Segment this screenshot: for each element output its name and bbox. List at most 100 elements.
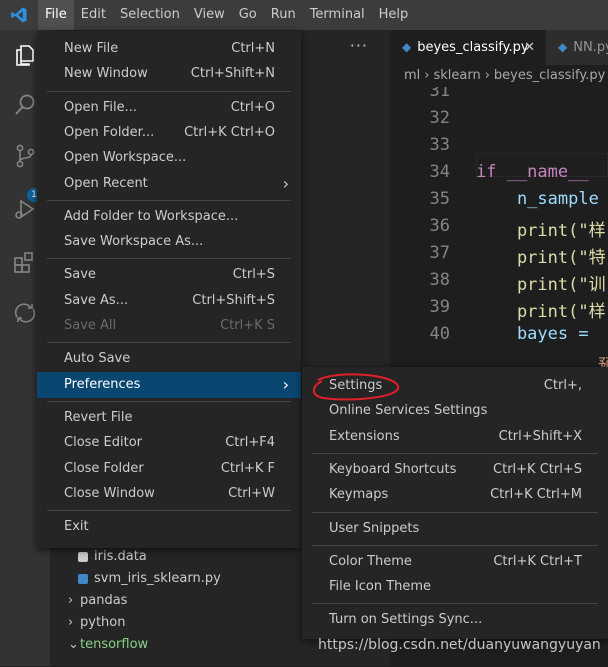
menu-item-add-folder-to-workspace[interactable]: Add Folder to Workspace... bbox=[37, 204, 301, 230]
breadcrumb-item[interactable]: beyes_classify.py bbox=[494, 68, 605, 83]
menu-edit[interactable]: Edit bbox=[74, 0, 113, 30]
menu-separator bbox=[47, 342, 291, 344]
remote-explorer-icon[interactable] bbox=[12, 300, 38, 326]
code-line: print("训 bbox=[476, 275, 606, 295]
run-debug-icon[interactable] bbox=[12, 196, 38, 222]
menu-item-shortcut: Ctrl+Shift+X bbox=[498, 428, 582, 444]
menu-item-label: Open Recent bbox=[64, 175, 148, 191]
data-file-icon bbox=[78, 551, 88, 562]
menu-item-label: Exit bbox=[64, 519, 89, 535]
menu-item-close-folder[interactable]: Close Folder Ctrl+K F bbox=[37, 456, 301, 482]
tree-item-label: python bbox=[80, 615, 126, 630]
breadcrumb: ml › sklearn › beyes_classify.py bbox=[390, 65, 608, 87]
menu-item-open-file[interactable]: Open File... Ctrl+O bbox=[37, 95, 301, 121]
menu-item-turn-on-settings-sync[interactable]: Turn on Settings Sync... bbox=[302, 607, 608, 633]
menu-item-shortcut: Ctrl+W bbox=[228, 485, 275, 501]
editor-tab-bar: ◆ beyes_classify.py ✕ ◆ NN.py bbox=[390, 30, 608, 65]
chevron-right-icon: › bbox=[484, 68, 490, 83]
menu-item-color-theme[interactable]: Color Theme Ctrl+K Ctrl+T bbox=[302, 549, 608, 575]
menu-item-label: Save All bbox=[64, 318, 117, 333]
menu-selection[interactable]: Selection bbox=[113, 0, 187, 30]
breadcrumb-item[interactable]: sklearn bbox=[433, 68, 480, 83]
chevron-right-icon: › bbox=[68, 593, 74, 608]
vscode-logo-icon bbox=[11, 7, 27, 23]
line-number: 38 bbox=[429, 270, 450, 290]
source-control-icon[interactable] bbox=[12, 143, 38, 169]
menu-item-file-icon-theme[interactable]: File Icon Theme bbox=[302, 574, 608, 600]
menu-item-shortcut: Ctrl+, bbox=[543, 378, 582, 393]
extensions-icon[interactable] bbox=[12, 249, 38, 275]
menu-item-close-window[interactable]: Close Window Ctrl+W bbox=[37, 481, 301, 507]
menu-item-label: Color Theme bbox=[329, 553, 412, 569]
menu-file[interactable]: File bbox=[38, 0, 74, 30]
tab-beyes-classify[interactable]: ◆ beyes_classify.py ✕ bbox=[390, 30, 545, 65]
menu-item-exit[interactable]: Exit bbox=[37, 514, 301, 540]
menu-item-keymaps[interactable]: Keymaps Ctrl+K Ctrl+M bbox=[302, 482, 608, 508]
python-file-icon: ◆ bbox=[558, 40, 568, 54]
menu-item-open-workspace[interactable]: Open Workspace... bbox=[37, 145, 301, 171]
menu-item-label: Close Folder bbox=[64, 460, 144, 476]
watermark: https://blog.csdn.net/duanyuwangyuyan bbox=[318, 637, 601, 653]
menu-item-auto-save[interactable]: Auto Save bbox=[37, 346, 301, 372]
menu-view[interactable]: View bbox=[187, 0, 232, 30]
menu-separator bbox=[47, 400, 291, 402]
menu-item-shortcut: Ctrl+K S bbox=[220, 318, 275, 333]
code-line: if __name__ bbox=[476, 162, 589, 182]
menu-item-preferences[interactable]: Preferences › bbox=[37, 371, 301, 398]
menu-run[interactable]: Run bbox=[264, 0, 303, 30]
menu-item-keyboard-shortcuts[interactable]: Keyboard Shortcuts Ctrl+K Ctrl+S bbox=[302, 457, 608, 483]
preferences-submenu: Settings Ctrl+, Online Services Settings Ex… bbox=[302, 367, 608, 639]
line-number: 39 bbox=[429, 297, 450, 317]
annotation-circle bbox=[312, 373, 400, 401]
menu-item-save-all: Save All Ctrl+K S bbox=[37, 313, 301, 339]
breadcrumb-item[interactable]: ml bbox=[404, 68, 420, 83]
menu-item-save-as[interactable]: Save As... Ctrl+Shift+S bbox=[37, 288, 301, 314]
menu-item-label: Open File... bbox=[64, 99, 138, 115]
tree-item-label: tensorflow bbox=[80, 637, 149, 652]
menu-item-label: Auto Save bbox=[64, 351, 131, 367]
menu-help[interactable]: Help bbox=[372, 0, 416, 30]
tab-label: beyes_classify.py bbox=[417, 40, 529, 55]
chevron-right-icon: › bbox=[282, 374, 289, 394]
menu-bar: File Edit Selection View Go Run Terminal Help bbox=[38, 0, 415, 30]
menu-terminal[interactable]: Terminal bbox=[303, 0, 372, 30]
code-line: n_sample bbox=[476, 189, 599, 209]
menu-item-label: User Snippets bbox=[329, 520, 420, 536]
tree-item-label: svm_iris_sklearn.py bbox=[94, 571, 221, 586]
menu-separator bbox=[47, 199, 291, 201]
tree-item-label: pandas bbox=[80, 593, 128, 608]
menu-item-label: Turn on Settings Sync... bbox=[329, 612, 483, 628]
code-line: print("样 bbox=[476, 221, 606, 241]
close-icon[interactable]: ✕ bbox=[524, 30, 535, 65]
line-number: 34 bbox=[429, 162, 450, 182]
more-actions-icon[interactable]: ··· bbox=[350, 36, 368, 55]
menu-item-save[interactable]: Save Ctrl+S bbox=[37, 262, 301, 288]
menu-item-save-workspace-as[interactable]: Save Workspace As... bbox=[37, 229, 301, 255]
search-icon[interactable] bbox=[12, 92, 38, 118]
menu-separator bbox=[312, 452, 598, 454]
menu-separator bbox=[312, 511, 598, 513]
menu-item-extensions[interactable]: Extensions Ctrl+Shift+X bbox=[302, 424, 608, 450]
menu-item-shortcut: Ctrl+K Ctrl+T bbox=[493, 553, 582, 569]
line-number: 31 bbox=[429, 87, 450, 101]
menu-item-label: Keyboard Shortcuts bbox=[329, 461, 457, 477]
menu-item-label: Save bbox=[64, 267, 96, 283]
menu-item-shortcut: Ctrl+N bbox=[231, 41, 275, 56]
menu-item-label: Add Folder to Workspace... bbox=[64, 208, 239, 224]
line-number: 35 bbox=[429, 189, 450, 209]
menu-item-label: Close Window bbox=[64, 485, 155, 501]
menu-item-shortcut: Ctrl+K F bbox=[220, 460, 275, 476]
menu-item-new-file[interactable]: New File Ctrl+N bbox=[37, 36, 301, 62]
line-number: 37 bbox=[429, 243, 450, 263]
tab-nn[interactable]: ◆ NN.py bbox=[546, 30, 608, 65]
menu-item-user-snippets[interactable]: User Snippets bbox=[302, 516, 608, 542]
menu-item-open-folder[interactable]: Open Folder... Ctrl+K Ctrl+O bbox=[37, 120, 301, 146]
menu-item-close-editor[interactable]: Close Editor Ctrl+F4 bbox=[37, 430, 301, 456]
menu-item-open-recent[interactable]: Open Recent › bbox=[37, 171, 301, 197]
explorer-icon[interactable] bbox=[12, 42, 38, 68]
menu-go[interactable]: Go bbox=[232, 0, 264, 30]
menu-separator bbox=[312, 544, 598, 546]
menu-item-new-window[interactable]: New Window Ctrl+Shift+N bbox=[37, 61, 301, 87]
menu-item-revert-file[interactable]: Revert File bbox=[37, 405, 301, 431]
line-number: 36 bbox=[429, 216, 450, 236]
